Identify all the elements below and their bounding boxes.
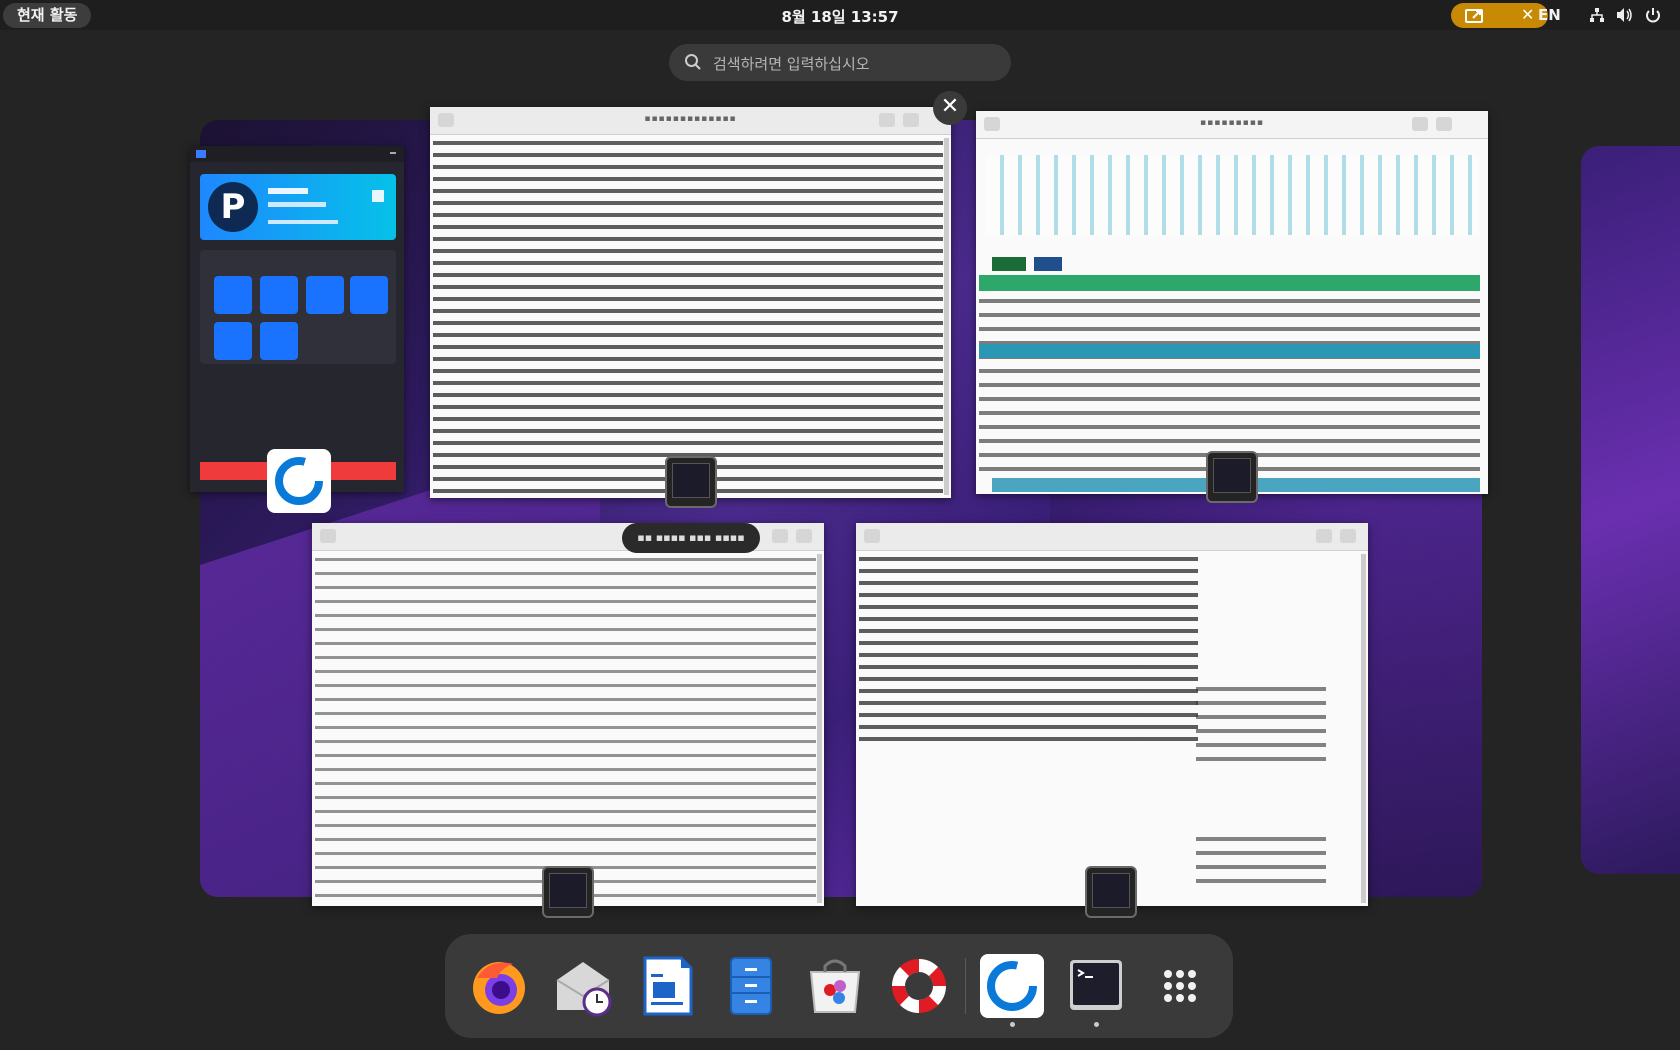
- dock-separator: [965, 958, 966, 1014]
- help-icon[interactable]: [887, 954, 951, 1018]
- vpn-action-button[interactable]: [260, 276, 298, 314]
- mail-scheduler-icon[interactable]: [551, 954, 615, 1018]
- terminal-icon[interactable]: [1064, 954, 1128, 1018]
- date-time-label[interactable]: 8월 18일 13:57: [781, 8, 898, 26]
- tab-strip: [992, 257, 1026, 271]
- window-text-editor-1[interactable]: ▪▪▪▪▪▪▪▪▪▪▪▪▪: [430, 107, 951, 498]
- overview-search[interactable]: 검색하려면 입력하십시오: [669, 44, 1011, 81]
- vpn-action-button[interactable]: [350, 276, 388, 314]
- software-store-icon[interactable]: [803, 954, 867, 1018]
- search-icon: [685, 54, 701, 70]
- volume-icon[interactable]: [1616, 7, 1634, 23]
- tab-strip: [1034, 257, 1062, 271]
- process-table[interactable]: [979, 293, 1480, 473]
- window-system-monitor[interactable]: ▪▪▪▪▪▪▪▪▪: [976, 111, 1488, 494]
- vpn-client-app-icon[interactable]: [267, 449, 331, 513]
- scrollbar[interactable]: [1361, 554, 1366, 903]
- vpn-action-button[interactable]: [306, 276, 344, 314]
- vpn-client-icon[interactable]: [980, 954, 1044, 1018]
- show-apps-grid-icon[interactable]: [1148, 954, 1212, 1018]
- vpn-action-button[interactable]: [214, 276, 252, 314]
- text-content[interactable]: [315, 554, 816, 903]
- text-content-lower: [1196, 683, 1326, 763]
- search-input[interactable]: 검색하려면 입력하십시오: [713, 53, 870, 74]
- avatar: P: [208, 182, 258, 232]
- table-row-selected[interactable]: [979, 344, 1480, 358]
- firefox-icon[interactable]: [467, 954, 531, 1018]
- document-viewer-icon[interactable]: [635, 954, 699, 1018]
- stop-sharing-icon[interactable]: ✕: [1521, 5, 1534, 24]
- clock: 8월 18일 13:57: [0, 6, 1680, 27]
- window-header: ▪▪▪▪▪▪▪▪▪: [976, 111, 1488, 139]
- window-text-editor-2[interactable]: [312, 523, 824, 906]
- file-manager-icon[interactable]: [719, 954, 783, 1018]
- top-panel: 현재 활동 8월 18일 13:57 ✕ EN: [0, 0, 1680, 30]
- window-text-editor-3[interactable]: [856, 523, 1368, 906]
- window-header: [856, 523, 1368, 551]
- vpn-ring-icon: [275, 457, 323, 505]
- input-language-indicator[interactable]: EN: [1538, 6, 1561, 24]
- activities-button[interactable]: 현재 활동: [3, 3, 92, 28]
- vpn-actions-panel: [200, 250, 396, 364]
- running-indicator: [1010, 1022, 1015, 1027]
- running-indicator: [1094, 1022, 1099, 1027]
- network-icon[interactable]: [1589, 7, 1605, 23]
- overview-screen: 현재 활동 8월 18일 13:57 ✕ EN 검색하려면 입력하십시오 P ▪…: [0, 0, 1680, 1050]
- vpn-action-button[interactable]: [214, 322, 252, 360]
- monitor-graph-area: [986, 155, 1478, 235]
- power-icon[interactable]: [1645, 7, 1661, 23]
- terminal-app-icon: [665, 456, 717, 508]
- close-window-button[interactable]: ✕: [933, 91, 967, 125]
- terminal-app-icon: [1085, 866, 1137, 918]
- text-content[interactable]: [859, 554, 1198, 746]
- window-vpn-client[interactable]: P: [190, 146, 404, 492]
- scrollbar[interactable]: [817, 554, 822, 903]
- expand-icon[interactable]: [372, 190, 384, 202]
- terminal-app-icon: [542, 866, 594, 918]
- text-content-lower: [1196, 833, 1326, 893]
- scrollbar[interactable]: [944, 138, 949, 495]
- dash-dock: [445, 934, 1233, 1038]
- vpn-action-button[interactable]: [260, 322, 298, 360]
- table-header-row: [979, 275, 1480, 291]
- window-title-tooltip: ▪▪ ▪▪▪▪ ▪▪▪ ▪▪▪▪: [622, 523, 760, 553]
- next-workspace[interactable]: [1581, 146, 1680, 874]
- text-content[interactable]: [433, 138, 943, 495]
- window-header: ▪▪▪▪▪▪▪▪▪▪▪▪▪: [430, 107, 951, 135]
- vpn-status-card[interactable]: P: [200, 174, 396, 240]
- screen-share-indicator[interactable]: ✕: [1451, 3, 1548, 28]
- terminal-app-icon: [1206, 451, 1258, 503]
- screen-share-icon: [1465, 9, 1483, 23]
